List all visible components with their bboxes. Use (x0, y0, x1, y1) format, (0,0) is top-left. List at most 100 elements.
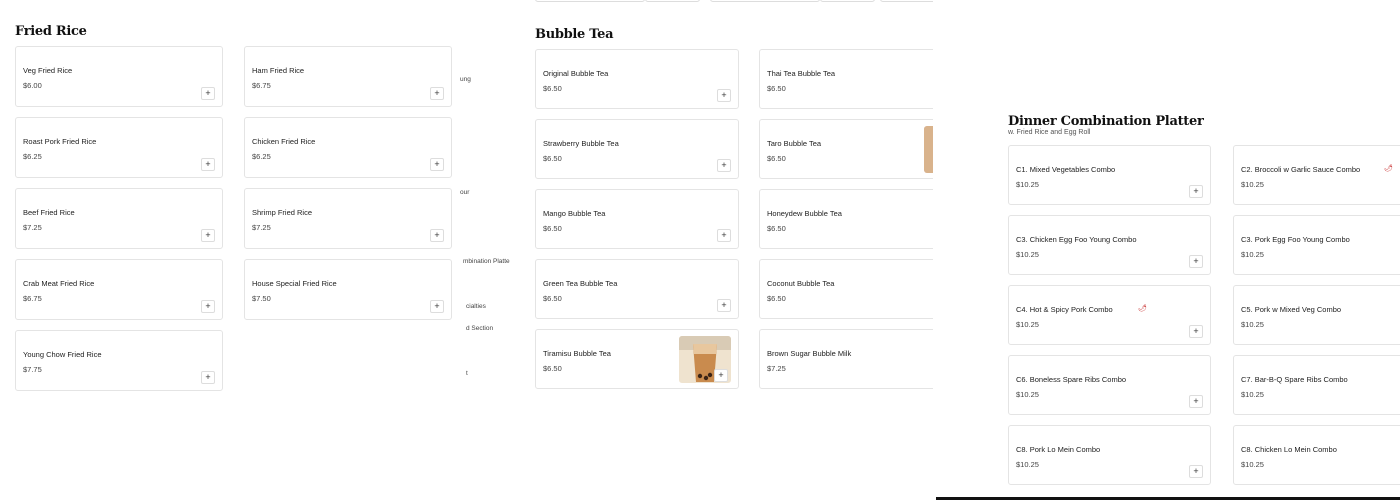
item-price: $7.50 (252, 294, 271, 303)
add-to-cart-button[interactable]: + (201, 158, 215, 171)
add-to-cart-button[interactable]: + (201, 371, 215, 384)
add-to-cart-button[interactable]: + (430, 158, 444, 171)
taro-tea-photo (924, 126, 933, 173)
chili-pepper-icon: 🌶 (1384, 165, 1393, 172)
chili-pepper-icon: 🌶 (1138, 305, 1147, 312)
menu-item-card[interactable]: Veg Fried Rice $6.00 + (15, 46, 223, 107)
menu-item-card[interactable]: C4. Hot & Spicy Pork Combo 🌶 $10.25 + (1008, 285, 1211, 345)
category-link-fragment[interactable]: our (460, 189, 469, 196)
add-to-cart-button[interactable]: + (714, 369, 728, 382)
item-name: Beef Fried Rice (23, 208, 75, 217)
item-name: C2. Broccoli w Garlic Sauce Combo (1241, 165, 1361, 174)
add-to-cart-button[interactable]: + (1189, 325, 1203, 338)
item-price: $10.25 (1016, 460, 1039, 469)
menu-item-card[interactable]: C3. Pork Egg Foo Young Combo $10.25 (1233, 215, 1400, 275)
item-price: $6.50 (543, 364, 562, 373)
menu-item-card[interactable]: C8. Pork Lo Mein Combo $10.25 + (1008, 425, 1211, 485)
category-link-fragment[interactable]: cialties (466, 303, 486, 310)
item-name: C8. Chicken Lo Mein Combo (1241, 445, 1337, 454)
menu-item-card[interactable]: Shrimp Fried Rice $7.25 + (244, 188, 452, 249)
menu-item-card[interactable]: House Special Fried Rice $7.50 + (244, 259, 452, 320)
category-link-fragment[interactable]: mbination Platte (463, 258, 510, 265)
item-price: $6.00 (23, 81, 42, 90)
category-link-fragment[interactable]: d Section (466, 325, 493, 332)
add-to-cart-button[interactable]: + (1189, 395, 1203, 408)
item-name: Ham Fried Rice (252, 66, 305, 75)
item-name: Brown Sugar Bubble Milk (767, 349, 852, 358)
menu-item-card[interactable]: Young Chow Fried Rice $7.75 + (15, 330, 223, 391)
add-to-cart-button[interactable]: + (201, 300, 215, 313)
item-name: Mango Bubble Tea (543, 209, 606, 218)
menu-item-card[interactable]: Honeydew Bubble Tea $6.50 (759, 189, 933, 249)
menu-item-card[interactable]: C5. Pork w Mixed Veg Combo $10.25 (1233, 285, 1400, 345)
item-name: Tiramisu Bubble Tea (543, 349, 611, 358)
menu-item-card[interactable]: C6. Boneless Spare Ribs Combo $10.25 + (1008, 355, 1211, 415)
menu-item-card[interactable]: Crab Meat Fried Rice $6.75 + (15, 259, 223, 320)
item-price: $6.50 (543, 154, 562, 163)
menu-item-card[interactable]: Roast Pork Fried Rice $6.25 + (15, 117, 223, 178)
add-to-cart-button[interactable]: + (717, 299, 731, 312)
item-price: $6.50 (543, 84, 562, 93)
menu-item-card[interactable]: Green Tea Bubble Tea $6.50 + (535, 259, 739, 319)
menu-item-card[interactable]: Beef Fried Rice $7.25 + (15, 188, 223, 249)
menu-item-card[interactable]: C7. Bar-B-Q Spare Ribs Combo $10.25 (1233, 355, 1400, 415)
top-bar-control[interactable] (645, 0, 700, 2)
item-name: Coconut Bubble Tea (767, 279, 835, 288)
add-to-cart-button[interactable]: + (717, 89, 731, 102)
item-price: $7.25 (23, 223, 42, 232)
add-to-cart-button[interactable]: + (1189, 185, 1203, 198)
add-to-cart-button[interactable]: + (201, 229, 215, 242)
menu-item-card[interactable]: Ham Fried Rice $6.75 + (244, 46, 452, 107)
menu-item-card[interactable]: C3. Chicken Egg Foo Young Combo $10.25 + (1008, 215, 1211, 275)
add-to-cart-button[interactable]: + (1189, 255, 1203, 268)
item-price: $6.50 (767, 224, 786, 233)
add-to-cart-button[interactable]: + (430, 229, 444, 242)
item-name: C4. Hot & Spicy Pork Combo (1016, 305, 1113, 314)
item-name: C3. Chicken Egg Foo Young Combo (1016, 235, 1137, 244)
item-name: C6. Boneless Spare Ribs Combo (1016, 375, 1127, 384)
item-name: C3. Pork Egg Foo Young Combo (1241, 235, 1350, 244)
top-bar-control[interactable] (710, 0, 820, 2)
top-bar-control[interactable] (820, 0, 875, 2)
menu-item-card[interactable]: Brown Sugar Bubble Milk $7.25 (759, 329, 933, 389)
item-name: C1. Mixed Vegetables Combo (1016, 165, 1116, 174)
item-price: $10.25 (1241, 320, 1264, 329)
item-price: $6.25 (23, 152, 42, 161)
add-to-cart-button[interactable]: + (430, 87, 444, 100)
menu-item-card[interactable]: Tiramisu Bubble Tea $6.50 + (535, 329, 739, 389)
section-title-fried-rice: Fried Rice (15, 24, 87, 39)
item-name: Thai Tea Bubble Tea (767, 69, 836, 78)
menu-item-card[interactable]: Mango Bubble Tea $6.50 + (535, 189, 739, 249)
item-price: $6.75 (252, 81, 271, 90)
add-to-cart-button[interactable]: + (1189, 465, 1203, 478)
item-price: $10.25 (1241, 250, 1264, 259)
fried-rice-panel: Fried Rice Veg Fried Rice $6.00 + Ham Fr… (0, 0, 470, 500)
item-name: C5. Pork w Mixed Veg Combo (1241, 305, 1342, 314)
menu-item-card[interactable]: Chicken Fried Rice $6.25 + (244, 117, 452, 178)
item-price: $7.25 (252, 223, 271, 232)
menu-item-card[interactable]: Thai Tea Bubble Tea $6.50 (759, 49, 933, 109)
category-link-fragment[interactable]: t (466, 370, 468, 377)
menu-item-card[interactable]: Coconut Bubble Tea $6.50 (759, 259, 933, 319)
top-bar-control[interactable] (880, 0, 933, 2)
add-to-cart-button[interactable]: + (430, 300, 444, 313)
menu-item-card[interactable]: C1. Mixed Vegetables Combo $10.25 + (1008, 145, 1211, 205)
item-price: $6.50 (543, 294, 562, 303)
add-to-cart-button[interactable]: + (201, 87, 215, 100)
item-price: $6.50 (543, 224, 562, 233)
menu-item-card[interactable]: Strawberry Bubble Tea $6.50 + (535, 119, 739, 179)
item-price: $10.25 (1241, 390, 1264, 399)
item-name: Veg Fried Rice (23, 66, 73, 75)
menu-item-card[interactable]: C8. Chicken Lo Mein Combo $10.25 (1233, 425, 1400, 485)
menu-item-card[interactable]: Taro Bubble Tea $6.50 (759, 119, 933, 179)
category-link-fragment[interactable]: ung (460, 76, 471, 83)
top-bar-control[interactable] (535, 0, 645, 2)
menu-item-card[interactable]: Original Bubble Tea $6.50 + (535, 49, 739, 109)
item-name: Honeydew Bubble Tea (767, 209, 842, 218)
item-price: $7.75 (23, 365, 42, 374)
item-name: C7. Bar-B-Q Spare Ribs Combo (1241, 375, 1348, 384)
add-to-cart-button[interactable]: + (717, 159, 731, 172)
menu-item-card[interactable]: C2. Broccoli w Garlic Sauce Combo $10.25… (1233, 145, 1400, 205)
add-to-cart-button[interactable]: + (717, 229, 731, 242)
item-name: House Special Fried Rice (252, 279, 337, 288)
